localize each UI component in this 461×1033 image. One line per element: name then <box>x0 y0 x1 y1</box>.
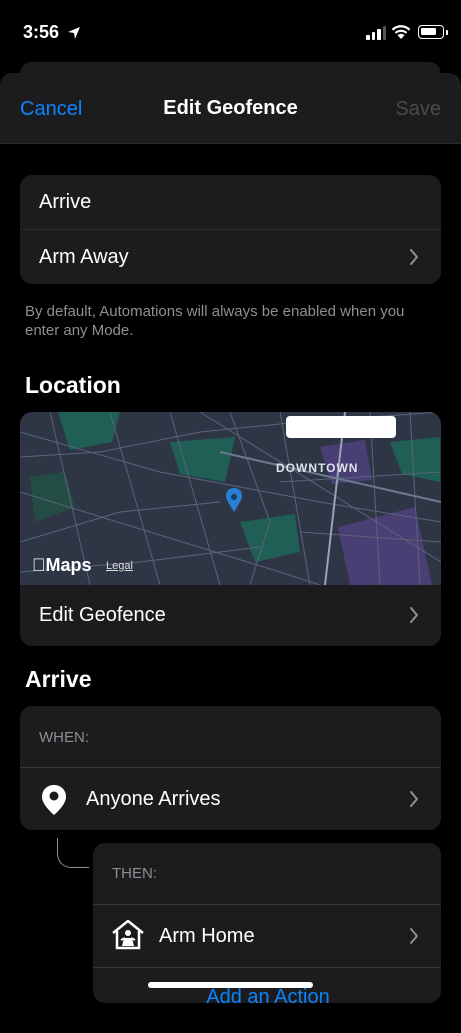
cellular-signal-icon <box>366 26 386 40</box>
maps-logo: Maps <box>32 555 92 575</box>
chevron-right-icon <box>410 607 418 623</box>
arrive-section-title: Arrive <box>25 666 92 692</box>
flow-connector <box>57 838 89 868</box>
trigger-group: Arrive Arm Away <box>20 175 441 284</box>
chevron-right-icon <box>410 249 418 265</box>
battery-icon <box>418 25 448 39</box>
then-item-row[interactable]: Arm Home <box>93 905 441 967</box>
chevron-right-icon <box>410 928 418 944</box>
when-card: WHEN: Anyone Arrives <box>20 706 441 830</box>
map-view[interactable]: DOWNTOWN Maps Legal <box>20 412 441 585</box>
redacted-area <box>286 416 396 438</box>
then-label: THEN: <box>112 865 157 882</box>
location-section-title: Location <box>25 372 121 398</box>
mode-row[interactable]: Arm Away <box>20 230 441 284</box>
then-item-label: Arm Home <box>159 925 255 947</box>
event-row: Arrive <box>20 175 441 230</box>
edit-geofence-label: Edit Geofence <box>39 604 166 626</box>
map-area-label: DOWNTOWN <box>276 461 359 475</box>
then-card: THEN: Arm Home <box>93 843 441 1003</box>
save-button[interactable]: Save <box>395 98 441 121</box>
location-pin-icon <box>42 785 66 815</box>
status-bar: 3:56 <box>0 0 461 60</box>
event-label: Arrive <box>39 191 92 213</box>
apple-logo-icon:  <box>32 555 46 575</box>
status-time: 3:56 <box>23 22 60 42</box>
arm-home-icon <box>112 919 144 950</box>
home-indicator[interactable] <box>148 982 313 988</box>
divider <box>93 967 441 968</box>
chevron-right-icon <box>410 791 418 807</box>
wifi-icon <box>391 25 411 39</box>
when-item-label: Anyone Arrives <box>86 788 221 810</box>
when-label: WHEN: <box>39 729 89 746</box>
when-item-row[interactable]: Anyone Arrives <box>20 768 441 830</box>
edit-geofence-row[interactable]: Edit Geofence <box>20 585 441 646</box>
page-title: Edit Geofence <box>163 97 298 119</box>
footnote: By default, Automations will always be e… <box>25 303 405 339</box>
maps-legal-link[interactable]: Legal <box>106 560 133 572</box>
mode-label: Arm Away <box>39 246 129 268</box>
location-arrow-icon <box>68 27 80 39</box>
